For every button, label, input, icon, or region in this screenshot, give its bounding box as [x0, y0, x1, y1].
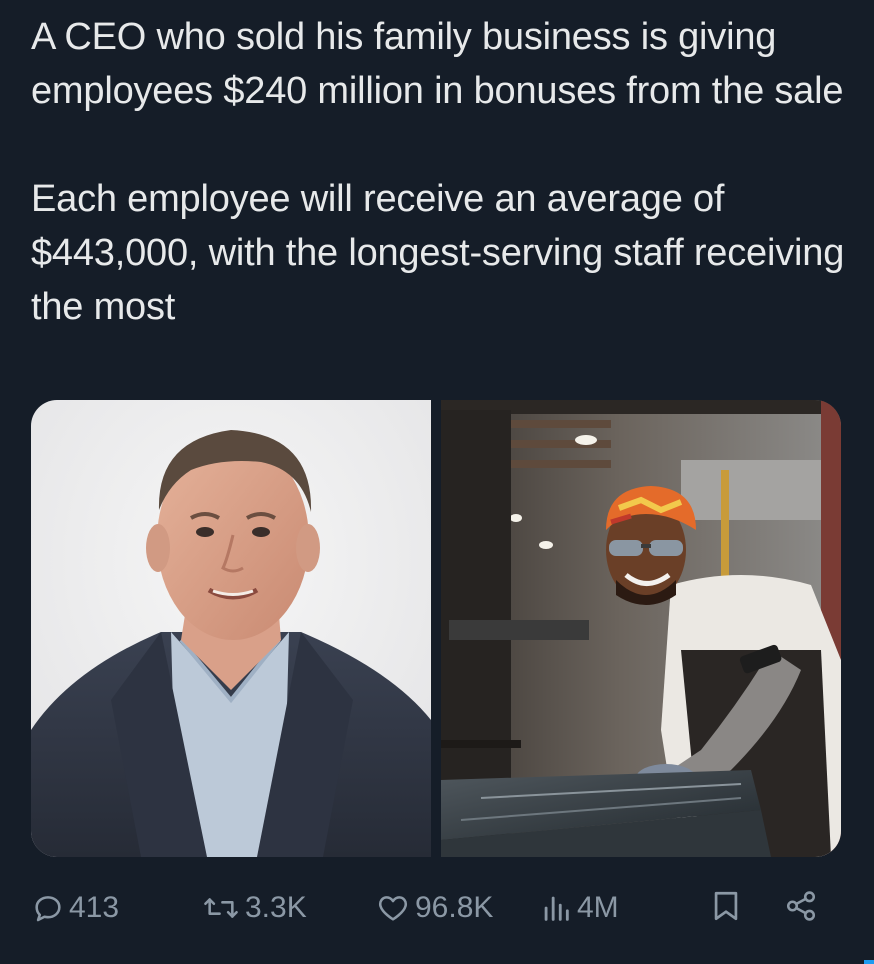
- tweet-text: A CEO who sold his family business is gi…: [31, 10, 846, 334]
- corner-indicator: [864, 960, 874, 964]
- bookmark-button[interactable]: [711, 880, 741, 936]
- like-count: 96.8K: [415, 891, 494, 924]
- tweet-paragraph-1: A CEO who sold his family business is gi…: [31, 16, 844, 112]
- view-count: 4M: [577, 891, 619, 924]
- media-grid: [31, 400, 841, 857]
- tweet-paragraph-2: Each employee will receive an average of…: [31, 178, 845, 328]
- retweet-icon: [201, 891, 241, 925]
- ceo-portrait-image[interactable]: [31, 400, 431, 857]
- views-button[interactable]: 4M: [539, 880, 619, 936]
- heart-icon: [375, 891, 411, 925]
- bookmark-icon: [711, 889, 741, 928]
- reply-button[interactable]: 413: [31, 880, 119, 936]
- retweet-count: 3.3K: [245, 891, 307, 924]
- share-button[interactable]: [783, 880, 819, 936]
- tweet-action-bar: 413 3.3K 96.8K 4M: [31, 880, 831, 936]
- like-button[interactable]: 96.8K: [375, 880, 493, 936]
- retweet-button[interactable]: 3.3K: [201, 880, 307, 936]
- tweet-screen: A CEO who sold his family business is gi…: [0, 0, 874, 964]
- reply-icon: [31, 891, 65, 925]
- share-icon: [783, 889, 819, 928]
- factory-worker-image[interactable]: [441, 400, 841, 857]
- reply-count: 413: [69, 891, 120, 924]
- views-icon: [539, 891, 573, 925]
